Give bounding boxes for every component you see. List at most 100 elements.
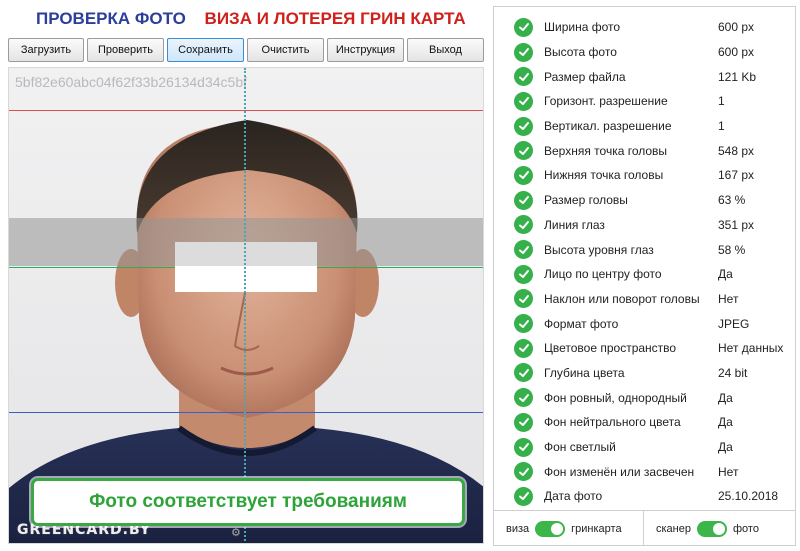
check-icon — [514, 141, 533, 161]
toggle-knob — [712, 522, 725, 535]
check-icon — [514, 215, 533, 235]
check-icon — [514, 264, 533, 284]
check-value: Да — [718, 390, 733, 405]
check-icon — [514, 67, 533, 87]
clear-button[interactable]: Очистить — [247, 38, 324, 62]
check-icon — [514, 240, 533, 260]
mode-visa-label: виза — [506, 522, 530, 535]
check-icon — [514, 190, 533, 210]
check-row: Нижняя точка головы 167 px — [494, 163, 795, 188]
check-row: Наклон или поворот головы Нет — [494, 287, 795, 312]
check-label: Размер головы — [544, 193, 628, 208]
check-icon — [514, 116, 533, 136]
checks-list: Ширина фото 600 px Высота фото 600 px Размер… — [494, 15, 795, 509]
check-row: Вертикал. разрешение 1 — [494, 114, 795, 139]
check-icon — [514, 363, 533, 383]
check-value: 351 px — [718, 217, 755, 232]
check-value: Нет — [718, 464, 739, 479]
check-value: 121 Kb — [718, 69, 757, 84]
check-row: Ширина фото 600 px — [494, 15, 795, 40]
check-icon — [514, 486, 533, 506]
check-value: 58 % — [718, 242, 746, 257]
photo-checker-app: ПРОВЕРКА ФОТО ВИЗА И ЛОТЕРЕЯ ГРИН КАРТА … — [0, 0, 800, 551]
source-photo-label: фото — [732, 522, 759, 535]
check-icon — [514, 388, 533, 408]
source-scanner-label: сканер — [656, 522, 691, 535]
check-label: Горизонт. разрешение — [544, 94, 668, 109]
save-button[interactable]: Сохранить — [167, 38, 244, 62]
check-label: Высота фото — [544, 45, 617, 60]
check-value: 24 bit — [718, 365, 748, 380]
check-icon — [514, 289, 533, 309]
photo-hash: 5bf82e60abc04f62f33b26134d34c5bf — [15, 74, 247, 90]
settings-icon: ⚙ — [231, 527, 241, 539]
check-row: Фон светлый Да — [494, 435, 795, 460]
check-icon — [514, 338, 533, 358]
check-value: 600 px — [718, 20, 755, 35]
check-label: Ширина фото — [544, 20, 621, 35]
exit-button[interactable]: Выход — [407, 38, 484, 62]
check-row: Глубина цвета 24 bit — [494, 361, 795, 386]
check-label: Нижняя точка головы — [544, 168, 664, 183]
mode-toggle[interactable] — [535, 520, 566, 537]
checks-panel: Ширина фото 600 px Высота фото 600 px Размер… — [493, 6, 796, 546]
chin-line — [9, 412, 483, 413]
portrait-photo — [9, 120, 483, 543]
check-label: Фон ровный, однородный — [544, 390, 687, 405]
photo-preview[interactable]: 5bf82e60abc04f62f33b26134d34c5bf Фото со… — [8, 67, 484, 544]
check-row: Фон нейтрального цвета Да — [494, 410, 795, 435]
toggle-knob — [551, 522, 564, 535]
check-row: Горизонт. разрешение 1 — [494, 89, 795, 114]
source-toggle[interactable] — [696, 520, 727, 537]
check-icon — [514, 42, 533, 62]
check-label: Фон изменён или засвечен — [544, 464, 695, 479]
instructions-button[interactable]: Инструкция — [327, 38, 404, 62]
mode-greencard-label: гринкарта — [571, 522, 622, 535]
check-row: Размер головы 63 % — [494, 188, 795, 213]
eye-privacy-cover — [175, 242, 317, 292]
check-label: Цветовое пространство — [544, 341, 677, 356]
check-row: Высота уровня глаз 58 % — [494, 237, 795, 262]
status-banner: Фото соответствует требованиям — [31, 478, 465, 526]
check-label: Глубина цвета — [544, 365, 625, 380]
check-icon — [514, 437, 533, 457]
check-label: Фон светлый — [544, 440, 616, 455]
check-row: Верхняя точка головы 548 px — [494, 138, 795, 163]
check-icon — [514, 91, 533, 111]
check-icon — [514, 412, 533, 432]
check-button[interactable]: Проверить — [87, 38, 164, 62]
check-value: Да — [718, 440, 733, 455]
check-row: Линия глаз 351 px — [494, 213, 795, 238]
check-label: Лицо по центру фото — [544, 267, 662, 282]
check-row: Цветовое пространство Нет данных — [494, 336, 795, 361]
check-row: Фон изменён или засвечен Нет — [494, 459, 795, 484]
check-value: Нет данных — [718, 341, 784, 356]
check-icon — [514, 314, 533, 334]
status-message: Фото соответствует требованиям — [89, 491, 407, 512]
check-label: Верхняя точка головы — [544, 143, 668, 158]
check-label: Фон нейтрального цвета — [544, 415, 681, 430]
check-value: 600 px — [718, 45, 755, 60]
check-value: 548 px — [718, 143, 755, 158]
check-value: Нет — [718, 291, 739, 306]
check-label: Дата фото — [544, 489, 603, 504]
check-icon — [514, 165, 533, 185]
title-visa-lottery: ВИЗА И ЛОТЕРЕЯ ГРИН КАРТА — [204, 9, 466, 28]
check-value: 1 — [718, 94, 725, 109]
check-value: 25.10.2018 — [718, 489, 779, 504]
load-button[interactable]: Загрузить — [8, 38, 84, 62]
check-icon — [514, 462, 533, 482]
title-photo-check: ПРОВЕРКА ФОТО — [36, 9, 186, 28]
check-value: JPEG — [718, 316, 750, 331]
head-top-line — [9, 110, 483, 111]
check-value: Да — [718, 267, 733, 282]
check-row: Фон ровный, однородный Да — [494, 385, 795, 410]
check-row: Формат фото JPEG — [494, 311, 795, 336]
check-value: Да — [718, 415, 733, 430]
mode-toggle-group: виза гринкарта — [494, 511, 644, 546]
check-row: Дата фото 25.10.2018 — [494, 484, 795, 509]
check-row: Высота фото 600 px — [494, 40, 795, 65]
check-row: Лицо по центру фото Да — [494, 262, 795, 287]
check-row: Размер файла 121 Kb — [494, 64, 795, 89]
check-label: Размер файла — [544, 69, 626, 84]
